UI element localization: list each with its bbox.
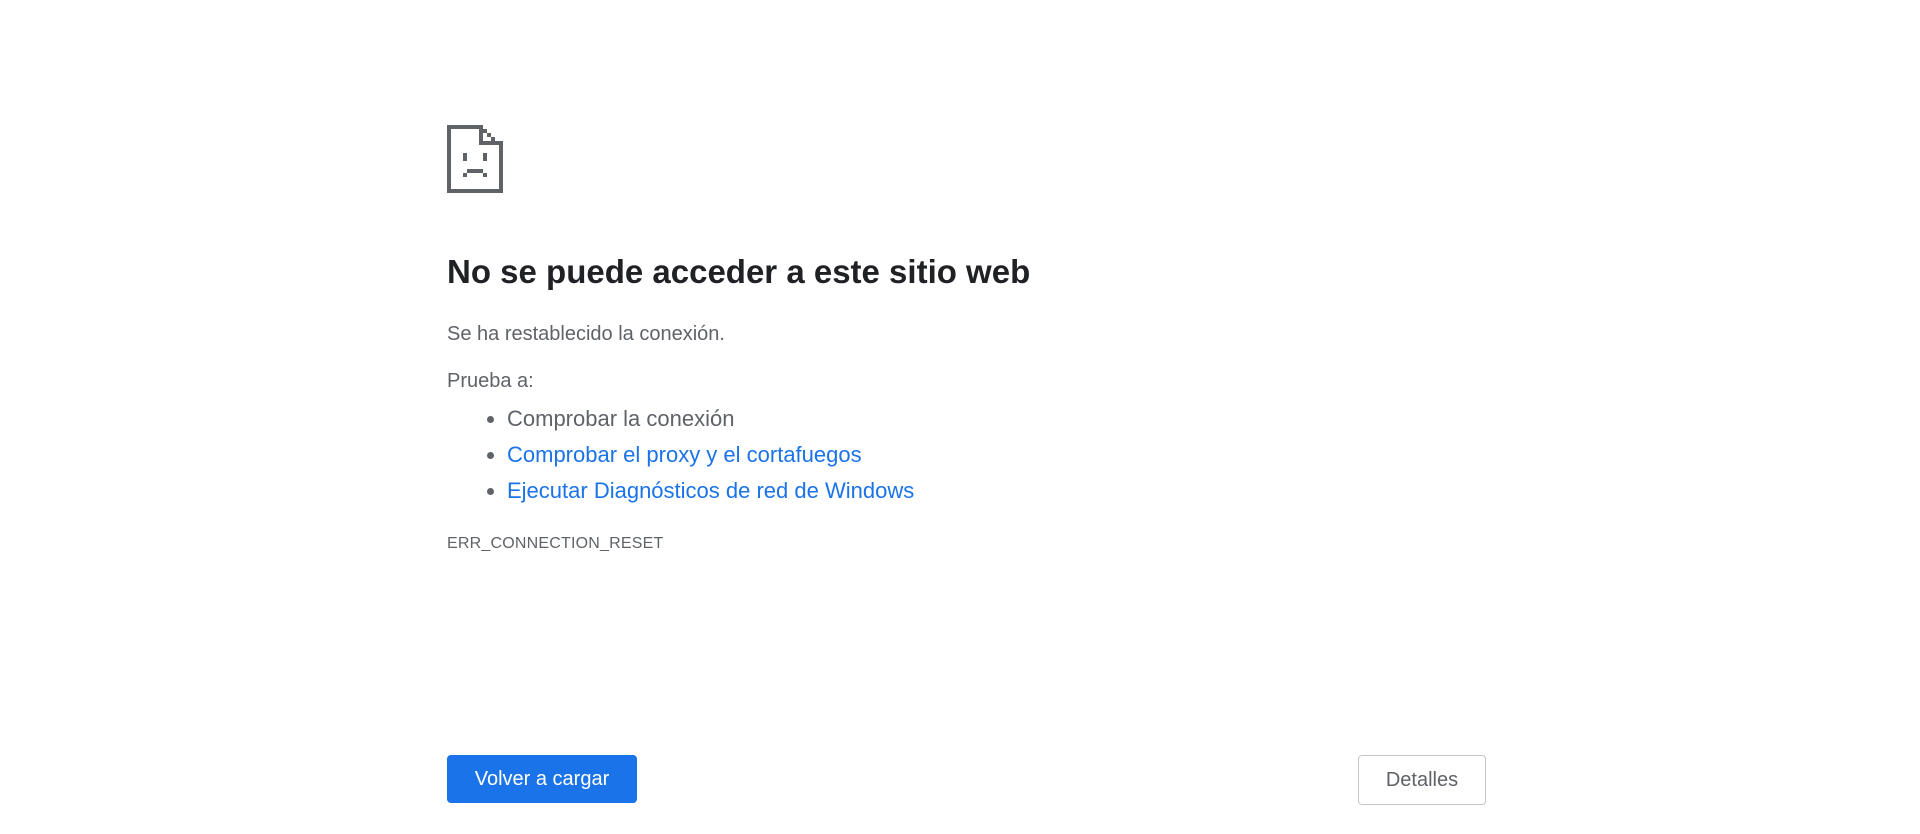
error-description: Se ha restablecido la conexión. xyxy=(447,323,725,345)
page-title: No se puede acceder a este sitio web xyxy=(447,253,1031,290)
reload-button[interactable]: Volver a cargar xyxy=(447,755,637,803)
suggestions-list: Comprobar la conexión Comprobar el proxy… xyxy=(447,401,914,509)
suggestion-item: Ejecutar Diagnósticos de red de Windows xyxy=(507,473,914,509)
suggestions-heading: Prueba a: xyxy=(447,370,534,392)
suggestion-item: Comprobar la conexión xyxy=(507,401,914,437)
error-page: No se puede acceder a este sitio web Se … xyxy=(447,0,1487,834)
suggestion-check-proxy-link[interactable]: Comprobar el proxy y el cortafuegos xyxy=(507,442,862,467)
suggestion-item: Comprobar el proxy y el cortafuegos xyxy=(507,437,914,473)
sad-document-icon xyxy=(447,125,503,193)
suggestion-check-connection: Comprobar la conexión xyxy=(507,406,735,431)
details-button[interactable]: Detalles xyxy=(1358,755,1486,805)
suggestion-run-diagnostics-link[interactable]: Ejecutar Diagnósticos de red de Windows xyxy=(507,478,914,503)
error-code: ERR_CONNECTION_RESET xyxy=(447,535,664,552)
